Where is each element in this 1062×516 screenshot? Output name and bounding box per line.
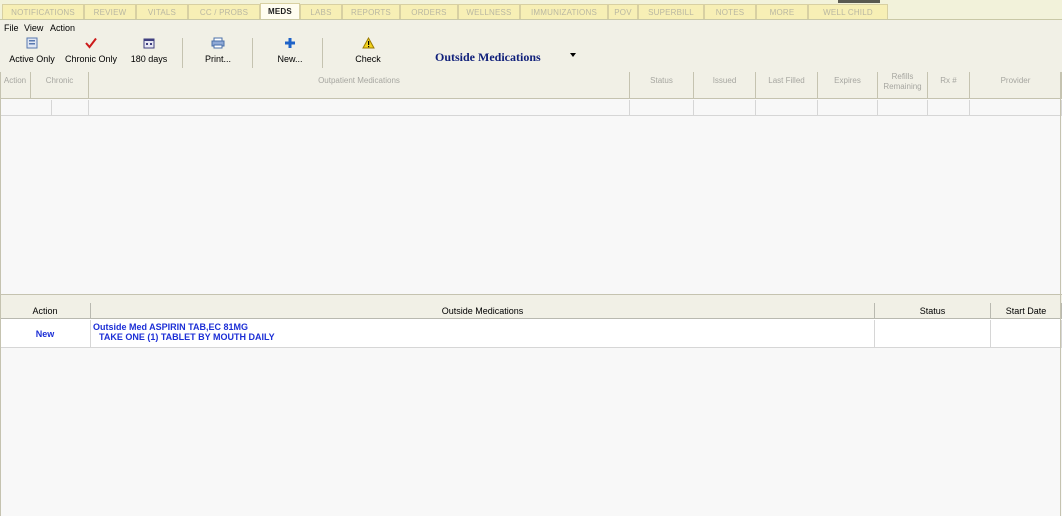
- check-label: Check: [355, 54, 381, 64]
- menu-view[interactable]: View: [24, 23, 43, 33]
- table-row[interactable]: [0, 100, 52, 116]
- menu-file[interactable]: File: [4, 23, 19, 33]
- column-header-chronic[interactable]: Chronic: [31, 72, 89, 99]
- active-only-label: Active Only: [9, 54, 55, 64]
- menu-action[interactable]: Action: [50, 23, 75, 33]
- column-header-outpatient-medications[interactable]: Outpatient Medications: [89, 72, 630, 99]
- new-label: New...: [277, 54, 303, 64]
- new-action-link[interactable]: New: [0, 320, 91, 348]
- menu-bar: File View Action: [0, 20, 1062, 36]
- table-row[interactable]: [970, 100, 1062, 116]
- tab-review[interactable]: REVIEW: [84, 4, 136, 19]
- 180-days-button[interactable]: 180 days: [126, 36, 172, 70]
- checkmark-icon: [58, 36, 124, 54]
- tab-bar: NOTIFICATIONS REVIEW VITALS CC / PROBS M…: [0, 0, 1062, 20]
- table-row[interactable]: [818, 100, 878, 116]
- new-button[interactable]: New...: [270, 36, 310, 70]
- table-row[interactable]: [694, 100, 756, 116]
- check-button[interactable]: Check: [346, 36, 390, 70]
- column-header-outside-medications[interactable]: Outside Medications: [91, 303, 875, 319]
- toolbar-separator: [252, 38, 253, 68]
- warning-icon: [346, 36, 390, 54]
- medication-sig: TAKE ONE (1) TABLET BY MOUTH DAILY: [99, 332, 275, 342]
- tab-labs[interactable]: LABS: [300, 4, 342, 19]
- tab-notes[interactable]: NOTES: [704, 4, 756, 19]
- column-header-action[interactable]: Action: [0, 72, 31, 99]
- toolbar-separator: [322, 38, 323, 68]
- tab-more[interactable]: MORE: [756, 4, 808, 19]
- toolbar-separator: [182, 38, 183, 68]
- tab-pov[interactable]: POV: [608, 4, 638, 19]
- column-header-status[interactable]: Status: [630, 72, 694, 99]
- tab-well-child[interactable]: WELL CHILD: [808, 4, 888, 19]
- print-label: Print...: [204, 54, 231, 64]
- column-header-refills-remaining[interactable]: Refills Remaining: [878, 72, 928, 99]
- column-header-last-filled[interactable]: Last Filled: [756, 72, 818, 99]
- table-row[interactable]: [630, 100, 694, 116]
- table-row[interactable]: [928, 100, 970, 116]
- tab-immunizations[interactable]: IMMUNIZATIONS: [520, 4, 608, 19]
- plus-icon: [270, 36, 310, 54]
- table-row[interactable]: [756, 100, 818, 116]
- tab-reports[interactable]: REPORTS: [342, 4, 400, 19]
- tab-vitals[interactable]: VITALS: [136, 4, 188, 19]
- column-header-action[interactable]: Action: [0, 303, 91, 319]
- row-status-cell[interactable]: [875, 320, 991, 348]
- tab-meds[interactable]: MEDS: [260, 3, 300, 19]
- panel-select[interactable]: Outside Medications: [435, 50, 541, 65]
- table-row[interactable]: Outside Med ASPIRIN TAB,EC 81MG TAKE ONE…: [91, 320, 875, 348]
- chronic-only-label: Chronic Only: [64, 54, 118, 64]
- 180-days-label: 180 days: [130, 54, 168, 64]
- list-icon: [4, 36, 60, 54]
- calendar-icon: [126, 36, 172, 54]
- chronic-only-button[interactable]: Chronic Only: [58, 36, 124, 70]
- window-edge: [838, 0, 880, 3]
- tab-cc-probs[interactable]: CC / PROBS: [188, 4, 260, 19]
- column-header-rx-number[interactable]: Rx #: [928, 72, 970, 99]
- outside-medications-list[interactable]: [0, 348, 1062, 516]
- column-header-expires[interactable]: Expires: [818, 72, 878, 99]
- active-only-button[interactable]: Active Only: [4, 36, 60, 70]
- tab-notifications[interactable]: NOTIFICATIONS: [2, 4, 84, 19]
- column-header-status[interactable]: Status: [875, 303, 991, 319]
- printer-icon: [196, 36, 240, 54]
- table-row[interactable]: [52, 100, 89, 116]
- tab-superbill[interactable]: SUPERBILL: [638, 4, 704, 19]
- tab-orders[interactable]: ORDERS: [400, 4, 458, 19]
- medication-name: Outside Med ASPIRIN TAB,EC 81MG: [93, 322, 249, 332]
- column-header-start-date[interactable]: Start Date: [991, 303, 1062, 319]
- tab-wellness[interactable]: WELLNESS: [458, 4, 520, 19]
- print-button[interactable]: Print...: [196, 36, 240, 70]
- chevron-down-icon[interactable]: [570, 53, 576, 57]
- column-header-provider[interactable]: Provider: [970, 72, 1062, 99]
- row-start-date-cell[interactable]: [991, 320, 1062, 348]
- table-row[interactable]: [89, 100, 630, 116]
- table-row[interactable]: [878, 100, 928, 116]
- column-header-issued[interactable]: Issued: [694, 72, 756, 99]
